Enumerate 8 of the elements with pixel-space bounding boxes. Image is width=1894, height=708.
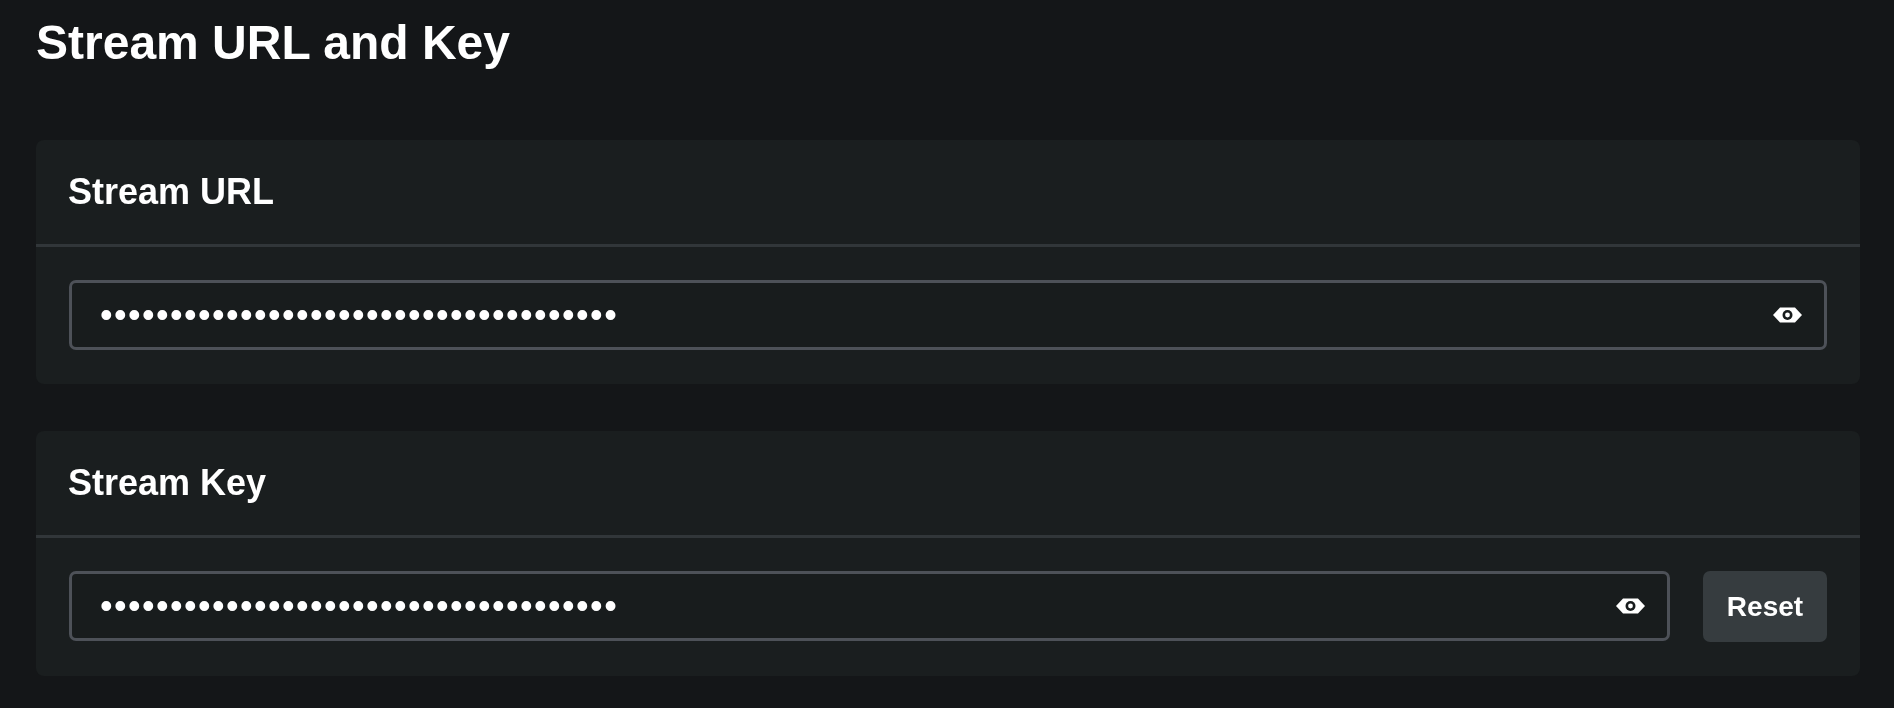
page-title: Stream URL and Key xyxy=(36,15,510,70)
eye-icon[interactable] xyxy=(1616,598,1645,614)
password-field[interactable]: ••••••••••••••••••••••••••••••••••••• xyxy=(69,280,1827,350)
eye-icon[interactable] xyxy=(1773,307,1802,323)
card-heading: Stream Key xyxy=(68,462,267,504)
password-field[interactable]: ••••••••••••••••••••••••••••••••••••• xyxy=(69,571,1670,641)
card-heading: Stream URL xyxy=(68,171,275,213)
reset-button[interactable]: Reset xyxy=(1703,571,1827,642)
